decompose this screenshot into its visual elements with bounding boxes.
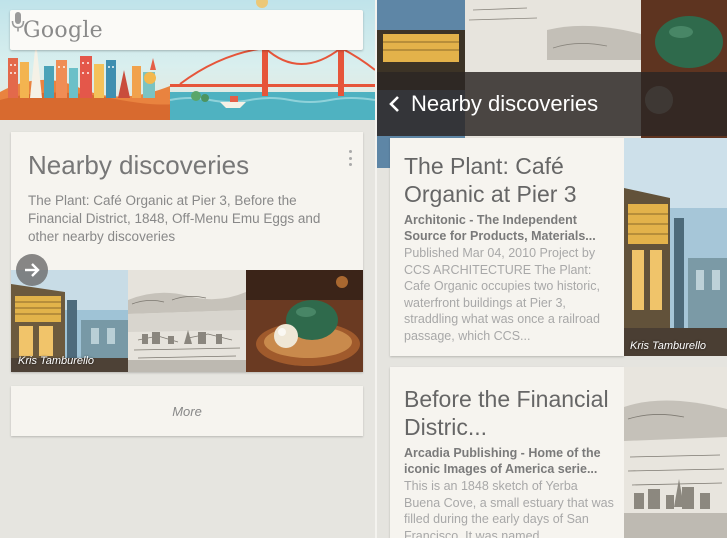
toolbar: Nearby discoveries bbox=[377, 72, 727, 136]
result-source: Architonic - The Independent Source for … bbox=[404, 213, 596, 243]
google-logo: Google bbox=[23, 17, 104, 43]
card-description: The Plant: Café Organic at Pier 3, Befor… bbox=[28, 193, 321, 244]
google-now-pane: Google Nearby discoveries The Plant: Caf… bbox=[0, 0, 375, 538]
arrow-right-icon[interactable] bbox=[16, 254, 48, 286]
thumbnail-yerba-buena-sketch[interactable] bbox=[128, 270, 246, 372]
result-snippet: Published Mar 04, 2010 Project by CCS AR… bbox=[404, 246, 600, 343]
search-bar[interactable]: Google bbox=[10, 10, 363, 50]
result-card-financial-district[interactable]: Before the Financial Distric... Arcadia … bbox=[390, 367, 624, 538]
more-label: More bbox=[172, 403, 202, 419]
egg-photo bbox=[245, 270, 363, 372]
result-title: Before the Financial Distric... bbox=[404, 386, 609, 440]
chevron-left-icon[interactable] bbox=[387, 94, 401, 114]
thumbnail-strip: Kris Tamburello bbox=[11, 270, 363, 372]
sketch-photo bbox=[128, 270, 246, 372]
result-snippet: This is an 1848 sketch of Yerba Buena Co… bbox=[404, 479, 614, 538]
result-source: Arcadia Publishing - Home of the iconic … bbox=[404, 446, 601, 476]
thumbnail-emu-egg[interactable] bbox=[245, 270, 363, 372]
city-header-illustration: Google bbox=[0, 0, 375, 120]
result-photo-pier-3[interactable]: Kris Tamburello bbox=[624, 138, 727, 356]
sketch-photo-large bbox=[624, 367, 727, 538]
card-title: Nearby discoveries bbox=[28, 150, 250, 180]
overflow-menu-icon[interactable] bbox=[347, 150, 353, 166]
result-card-the-plant[interactable]: The Plant: Café Organic at Pier 3 Archit… bbox=[390, 138, 624, 356]
mic-icon[interactable] bbox=[10, 10, 26, 34]
toolbar-title: Nearby discoveries bbox=[411, 91, 599, 116]
photo-credit: Kris Tamburello bbox=[630, 340, 707, 352]
result-photo-sketch[interactable] bbox=[624, 367, 727, 538]
photo-credit: Kris Tamburello bbox=[18, 355, 95, 367]
more-button[interactable]: More bbox=[11, 386, 363, 436]
arrow-glyph bbox=[25, 263, 40, 277]
nearby-discoveries-pane: Nearby discoveries The Plant: Café Organ… bbox=[377, 0, 727, 538]
result-title: The Plant: Café Organic at Pier 3 bbox=[404, 153, 577, 207]
pier-photo-large bbox=[624, 138, 727, 356]
nearby-discoveries-card[interactable]: Nearby discoveries The Plant: Café Organ… bbox=[11, 132, 363, 372]
